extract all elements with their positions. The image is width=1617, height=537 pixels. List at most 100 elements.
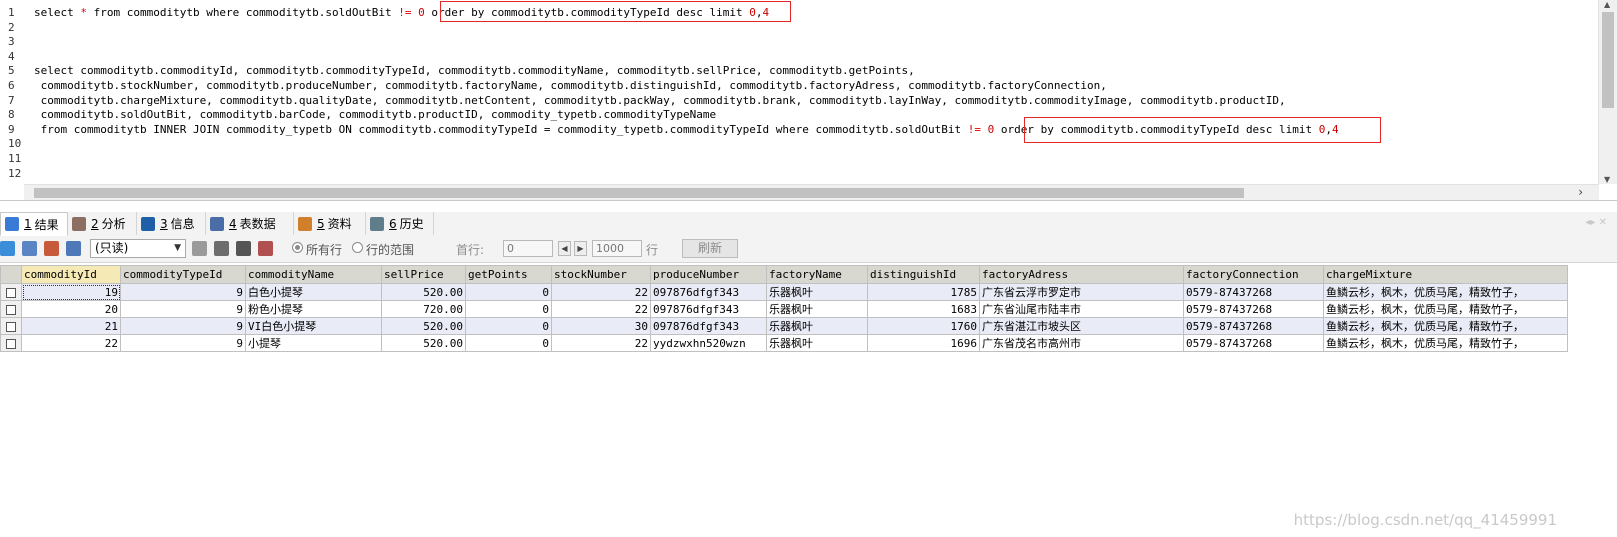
next-page-icon[interactable]: ▶ bbox=[574, 241, 587, 256]
table-cell[interactable]: 广东省茂名市高州市 bbox=[979, 334, 1184, 352]
table-cell[interactable]: 鱼鳞云杉，枫木，优质马尾，精致竹子， bbox=[1323, 334, 1568, 352]
horizontal-scroll-thumb[interactable] bbox=[34, 188, 1244, 198]
filter-grid-icon[interactable] bbox=[66, 241, 81, 256]
column-header[interactable]: chargeMixture bbox=[1323, 265, 1568, 284]
table-cell[interactable]: 22 bbox=[551, 283, 651, 301]
editor-vertical-scrollbar[interactable]: ▲ ▼ bbox=[1598, 0, 1617, 184]
table-cell[interactable]: 20 bbox=[21, 300, 121, 318]
table-row[interactable]: 22 9 小提琴 520.00 0 22 yydzwxhn520wzn 乐器枫叶 1696 广东省… bbox=[0, 334, 1568, 352]
table-cell[interactable]: 22 bbox=[551, 300, 651, 318]
table-cell[interactable]: 1683 bbox=[867, 300, 980, 318]
table-cell[interactable]: 广东省汕尾市陆丰市 bbox=[979, 300, 1184, 318]
insert-row-icon[interactable] bbox=[192, 241, 207, 256]
checkbox-icon[interactable] bbox=[6, 338, 16, 349]
table-cell[interactable]: 0579-87437268 bbox=[1183, 300, 1324, 318]
table-cell[interactable]: 白色小提琴 bbox=[245, 283, 382, 301]
column-header[interactable]: distinguishId bbox=[867, 265, 980, 284]
table-cell[interactable]: 乐器枫叶 bbox=[766, 317, 868, 335]
refresh-button[interactable]: 刷新 bbox=[682, 239, 738, 258]
checkbox-icon[interactable] bbox=[6, 287, 16, 298]
column-header[interactable]: sellPrice bbox=[381, 265, 466, 284]
row-range-radio[interactable] bbox=[352, 242, 363, 253]
column-header[interactable]: commodityTypeId bbox=[120, 265, 246, 284]
table-cell[interactable]: 720.00 bbox=[381, 300, 466, 318]
table-cell[interactable]: 鱼鳞云杉，枫木，优质马尾，精致竹子， bbox=[1323, 283, 1568, 301]
table-cell[interactable]: 鱼鳞云杉，枫木，优质马尾，精致竹子， bbox=[1323, 317, 1568, 335]
table-cell[interactable]: 0 bbox=[465, 317, 552, 335]
table-row[interactable]: 20 9 粉色小提琴 720.00 0 22 097876dfgf343 乐器枫叶 1683 广东… bbox=[0, 300, 1568, 318]
export-icon[interactable] bbox=[0, 241, 15, 256]
table-cell[interactable]: VI白色小提琴 bbox=[245, 317, 382, 335]
table-cell[interactable]: 1696 bbox=[867, 334, 980, 352]
read-only-mode-select[interactable]: (只读) ▼ bbox=[90, 239, 186, 258]
tab-3[interactable]: 4 表数据 bbox=[206, 212, 294, 235]
table-cell[interactable]: 520.00 bbox=[381, 317, 466, 335]
column-header[interactable]: commodityId bbox=[21, 265, 121, 284]
table-cell[interactable]: 0579-87437268 bbox=[1183, 283, 1324, 301]
table-cell[interactable]: 9 bbox=[120, 300, 246, 318]
delete-trash-icon[interactable] bbox=[236, 241, 251, 256]
table-cell[interactable]: 乐器枫叶 bbox=[766, 300, 868, 318]
checkbox-icon[interactable] bbox=[6, 321, 16, 332]
table-cell[interactable]: 9 bbox=[120, 317, 246, 335]
previous-page-icon[interactable]: ◀ bbox=[558, 241, 571, 256]
column-header[interactable]: factoryConnection bbox=[1183, 265, 1324, 284]
column-header[interactable]: produceNumber bbox=[650, 265, 767, 284]
tab-2[interactable]: 3 信息 bbox=[137, 212, 206, 235]
table-cell[interactable]: 0579-87437268 bbox=[1183, 317, 1324, 335]
tab-1[interactable]: 2 分析 bbox=[68, 212, 137, 235]
table-cell[interactable]: 0 bbox=[465, 334, 552, 352]
table-cell[interactable]: 0 bbox=[465, 283, 552, 301]
column-header[interactable]: getPoints bbox=[465, 265, 552, 284]
table-cell[interactable]: 1785 bbox=[867, 283, 980, 301]
result-grid[interactable]: commodityId commodityTypeId commodityName s… bbox=[0, 265, 1617, 537]
vertical-scroll-thumb[interactable] bbox=[1602, 12, 1614, 108]
table-cell[interactable]: 乐器枫叶 bbox=[766, 283, 868, 301]
column-header[interactable]: commodityName bbox=[245, 265, 382, 284]
table-cell[interactable]: 0579-87437268 bbox=[1183, 334, 1324, 352]
editor-horizontal-scrollbar[interactable]: › bbox=[24, 184, 1599, 200]
row-checkbox[interactable] bbox=[0, 317, 22, 335]
table-row[interactable]: 19 9 白色小提琴 520.00 0 22 097876dfgf343 乐器枫叶 1785 广东… bbox=[0, 283, 1568, 301]
copy-grid-icon[interactable] bbox=[22, 241, 37, 256]
tab-scroll-arrows-icon[interactable]: ◂▸ ✕ bbox=[1585, 217, 1607, 228]
row-checkbox[interactable] bbox=[0, 283, 22, 301]
table-cell[interactable]: 097876dfgf343 bbox=[650, 317, 767, 335]
table-cell[interactable]: 097876dfgf343 bbox=[650, 283, 767, 301]
sql-code-area[interactable]: select * from commoditytb where commodit… bbox=[24, 0, 1594, 184]
scroll-down-arrow-icon[interactable]: ▼ bbox=[1604, 175, 1610, 184]
table-cell[interactable]: 乐器枫叶 bbox=[766, 334, 868, 352]
column-header[interactable]: stockNumber bbox=[551, 265, 651, 284]
table-cell[interactable]: 22 bbox=[551, 334, 651, 352]
cancel-changes-icon[interactable] bbox=[258, 241, 273, 256]
column-header[interactable]: factoryName bbox=[766, 265, 868, 284]
row-checkbox[interactable] bbox=[0, 334, 22, 352]
table-cell[interactable]: 097876dfgf343 bbox=[650, 300, 767, 318]
table-cell[interactable]: 9 bbox=[120, 283, 246, 301]
scroll-up-arrow-icon[interactable]: ▲ bbox=[1604, 0, 1610, 9]
tab-4[interactable]: 5 资料 bbox=[294, 212, 366, 235]
table-cell[interactable]: 21 bbox=[21, 317, 121, 335]
scroll-right-arrow-icon[interactable]: › bbox=[1578, 185, 1583, 199]
table-cell[interactable]: 520.00 bbox=[381, 334, 466, 352]
sql-editor[interactable]: 1 2 3 4 5 6 7 8 9 10 11 12 select * from commodityt… bbox=[0, 0, 1617, 201]
table-cell[interactable]: 小提琴 bbox=[245, 334, 382, 352]
table-cell[interactable]: 19 bbox=[21, 283, 121, 301]
checkbox-icon[interactable] bbox=[6, 304, 16, 315]
table-cell[interactable]: 0 bbox=[465, 300, 552, 318]
table-cell[interactable]: 鱼鳞云杉，枫木，优质马尾，精致竹子， bbox=[1323, 300, 1568, 318]
row-count-input[interactable]: 1000 bbox=[592, 240, 642, 257]
column-header[interactable]: factoryAdress bbox=[979, 265, 1184, 284]
table-cell[interactable]: 9 bbox=[120, 334, 246, 352]
first-row-input[interactable]: 0 bbox=[503, 240, 553, 257]
all-rows-radio[interactable] bbox=[292, 242, 303, 253]
table-cell[interactable]: 30 bbox=[551, 317, 651, 335]
table-cell[interactable]: 520.00 bbox=[381, 283, 466, 301]
table-cell[interactable]: 粉色小提琴 bbox=[245, 300, 382, 318]
table-cell[interactable]: 22 bbox=[21, 334, 121, 352]
table-cell[interactable]: 广东省云浮市罗定市 bbox=[979, 283, 1184, 301]
row-checkbox[interactable] bbox=[0, 300, 22, 318]
save-icon[interactable] bbox=[214, 241, 229, 256]
table-cell[interactable]: 1760 bbox=[867, 317, 980, 335]
tab-5[interactable]: 6 历史 bbox=[366, 212, 434, 235]
